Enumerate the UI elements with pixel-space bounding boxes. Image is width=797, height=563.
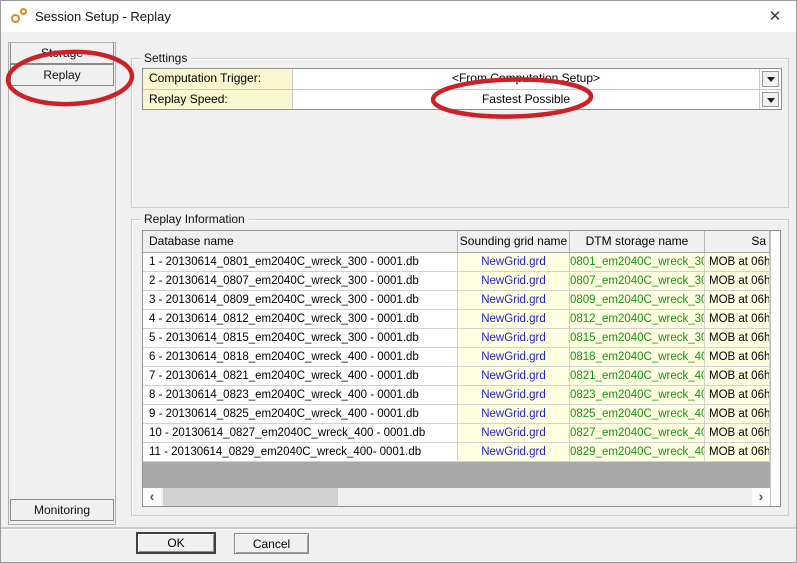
database-name-cell: 5 - 20130614_0815_em2040C_wreck_300 - 00… (143, 329, 458, 347)
sounding-grid-cell: NewGrid.grd (458, 253, 570, 271)
table-row[interactable]: 6 - 20130614_0818_em2040C_wreck_400 - 00… (143, 348, 770, 367)
sounding-grid-cell: NewGrid.grd (458, 291, 570, 309)
table-body: 1 - 20130614_0801_em2040C_wreck_300 - 00… (143, 253, 780, 462)
dtm-storage-cell: 0818_em2040C_wreck_400 (570, 348, 705, 366)
sidebar-item-storage[interactable]: Storage (10, 43, 114, 64)
sidebar-item-monitoring[interactable]: Monitoring (10, 499, 114, 521)
table-row[interactable]: 7 - 20130614_0821_em2040C_wreck_400 - 00… (143, 367, 770, 386)
sounding-grid-cell: NewGrid.grd (458, 329, 570, 347)
table-row[interactable]: 11 - 20130614_0829_em2040C_wreck_400- 00… (143, 443, 770, 462)
sidebar: StorageReplay Monitoring (8, 42, 116, 525)
sa-column-cell: MOB at 06h54 (705, 291, 770, 309)
database-name-cell: 6 - 20130614_0818_em2040C_wreck_400 - 00… (143, 348, 458, 366)
table-row[interactable]: 10 - 20130614_0827_em2040C_wreck_400 - 0… (143, 424, 770, 443)
dtm-storage-cell: 0812_em2040C_wreck_300 (570, 310, 705, 328)
database-name-cell: 10 - 20130614_0827_em2040C_wreck_400 - 0… (143, 424, 458, 442)
chevron-down-icon (762, 71, 779, 87)
database-name-cell: 4 - 20130614_0812_em2040C_wreck_300 - 00… (143, 310, 458, 328)
sidebar-item-replay[interactable]: Replay (10, 64, 114, 86)
sa-column-cell: MOB at 06h54 (705, 272, 770, 290)
database-name-cell: 11 - 20130614_0829_em2040C_wreck_400- 00… (143, 443, 458, 461)
dtm-storage-cell: 0825_em2040C_wreck_400 (570, 405, 705, 423)
table-row[interactable]: 4 - 20130614_0812_em2040C_wreck_300 - 00… (143, 310, 770, 329)
table-row[interactable]: 8 - 20130614_0823_em2040C_wreck_400 - 00… (143, 386, 770, 405)
database-name-cell: 3 - 20130614_0809_em2040C_wreck_300 - 00… (143, 291, 458, 309)
computation-trigger-row: Computation Trigger:<From Computation Se… (143, 69, 781, 89)
dtm-storage-cell: 0807_em2040C_wreck_300 (570, 272, 705, 290)
gears-icon (11, 8, 31, 26)
cancel-button[interactable]: Cancel (234, 533, 309, 554)
replay-speed-dropdown-button[interactable] (759, 90, 781, 109)
column-header-sa[interactable]: Sa (705, 231, 770, 252)
computation-trigger-value[interactable]: <From Computation Setup> (293, 69, 759, 89)
replay-speed-row: Replay Speed:Fastest Possible (143, 89, 781, 109)
scroll-left-icon[interactable]: ‹ (143, 488, 161, 506)
horizontal-scrollbar[interactable]: ‹ › (143, 488, 770, 506)
table-empty-area (143, 462, 770, 489)
table-row[interactable]: 3 - 20130614_0809_em2040C_wreck_300 - 00… (143, 291, 770, 310)
replay-speed-label: Replay Speed: (143, 90, 293, 109)
replay-speed-value[interactable]: Fastest Possible (293, 90, 759, 109)
replay-info-group-label: Replay Information (140, 212, 249, 226)
table-row[interactable]: 9 - 20130614_0825_em2040C_wreck_400 - 00… (143, 405, 770, 424)
window-title: Session Setup - Replay (35, 1, 171, 32)
column-header-database-name[interactable]: Database name (143, 231, 458, 252)
table-right-strip (770, 231, 780, 506)
dtm-storage-cell: 0827_em2040C_wreck_400 (570, 424, 705, 442)
table-row[interactable]: 2 - 20130614_0807_em2040C_wreck_300 - 00… (143, 272, 770, 291)
sounding-grid-cell: NewGrid.grd (458, 386, 570, 404)
database-name-cell: 9 - 20130614_0825_em2040C_wreck_400 - 00… (143, 405, 458, 423)
ok-button[interactable]: OK (136, 532, 216, 554)
sounding-grid-cell: NewGrid.grd (458, 443, 570, 461)
settings-group: Settings Computation Trigger:<From Compu… (131, 58, 789, 208)
sa-column-cell: MOB at 06h54 (705, 367, 770, 385)
column-header-dtm-storage-name[interactable]: DTM storage name (570, 231, 705, 252)
database-name-cell: 1 - 20130614_0801_em2040C_wreck_300 - 00… (143, 253, 458, 271)
dtm-storage-cell: 0821_em2040C_wreck_400 (570, 367, 705, 385)
computation-trigger-dropdown-button[interactable] (759, 69, 781, 89)
sa-column-cell: MOB at 06h54 (705, 405, 770, 423)
sounding-grid-cell: NewGrid.grd (458, 272, 570, 290)
sa-column-cell: MOB at 06h54 (705, 443, 770, 461)
scroll-right-icon[interactable]: › (752, 488, 770, 506)
dtm-storage-cell: 0823_em2040C_wreck_400 (570, 386, 705, 404)
dtm-storage-cell: 0815_em2040C_wreck_300 (570, 329, 705, 347)
dtm-storage-cell: 0801_em2040C_wreck_300 (570, 253, 705, 271)
sa-column-cell: MOB at 06h54 (705, 348, 770, 366)
settings-group-label: Settings (140, 51, 191, 65)
sounding-grid-cell: NewGrid.grd (458, 310, 570, 328)
chevron-down-icon (762, 92, 779, 107)
settings-table: Computation Trigger:<From Computation Se… (142, 68, 782, 110)
sounding-grid-cell: NewGrid.grd (458, 367, 570, 385)
sounding-grid-cell: NewGrid.grd (458, 348, 570, 366)
database-name-cell: 8 - 20130614_0823_em2040C_wreck_400 - 00… (143, 386, 458, 404)
sa-column-cell: MOB at 06h54 (705, 424, 770, 442)
table-header-row: Database nameSounding grid nameDTM stora… (143, 231, 770, 253)
sounding-grid-cell: NewGrid.grd (458, 424, 570, 442)
database-name-cell: 2 - 20130614_0807_em2040C_wreck_300 - 00… (143, 272, 458, 290)
sa-column-cell: MOB at 06h54 (705, 386, 770, 404)
column-header-sounding-grid-name[interactable]: Sounding grid name (458, 231, 570, 252)
titlebar: Session Setup - Replay ✕ (1, 1, 796, 32)
sa-column-cell: MOB at 06h54 (705, 310, 770, 328)
dtm-storage-cell: 0829_em2040C_wreck_400 (570, 443, 705, 461)
divider (1, 527, 796, 529)
table-row[interactable]: 5 - 20130614_0815_em2040C_wreck_300 - 00… (143, 329, 770, 348)
dtm-storage-cell: 0809_em2040C_wreck_300 (570, 291, 705, 309)
table-row[interactable]: 1 - 20130614_0801_em2040C_wreck_300 - 00… (143, 253, 770, 272)
database-name-cell: 7 - 20130614_0821_em2040C_wreck_400 - 00… (143, 367, 458, 385)
sounding-grid-cell: NewGrid.grd (458, 405, 570, 423)
computation-trigger-label: Computation Trigger: (143, 69, 293, 89)
replay-table: Database nameSounding grid nameDTM stora… (142, 230, 781, 507)
sa-column-cell: MOB at 06h54 (705, 253, 770, 271)
close-icon[interactable]: ✕ (764, 6, 786, 28)
session-setup-dialog: Session Setup - Replay ✕ StorageReplay Mo… (0, 0, 797, 563)
scrollbar-thumb[interactable] (163, 488, 338, 506)
replay-info-group: Replay Information Database nameSounding… (131, 219, 789, 516)
sa-column-cell: MOB at 06h54 (705, 329, 770, 347)
